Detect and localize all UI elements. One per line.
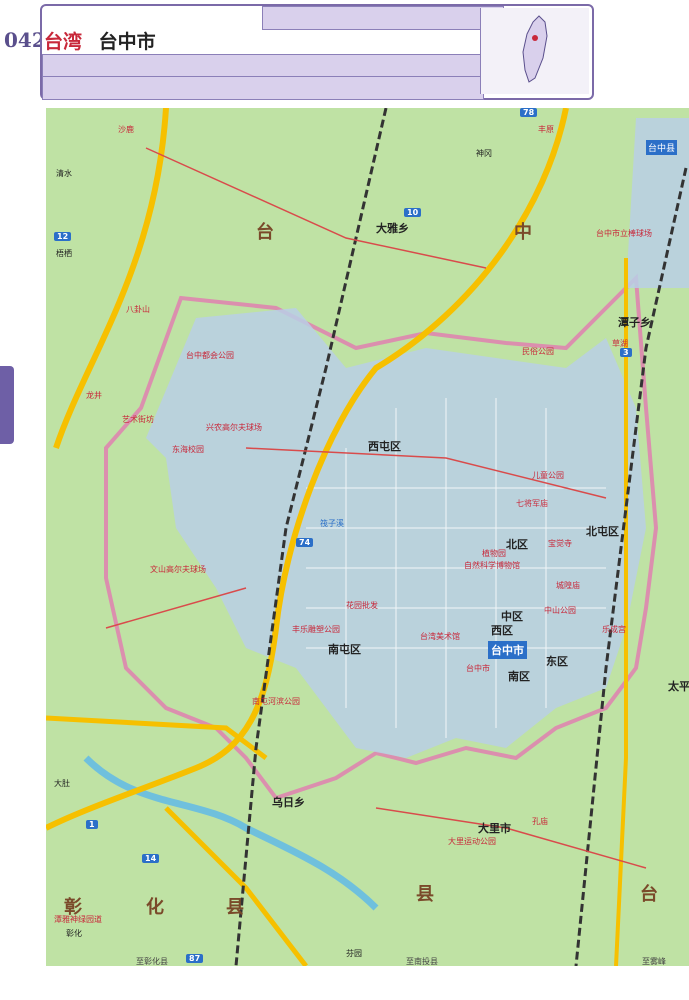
place-label-zhanghua[interactable]: 彰化 (66, 928, 82, 939)
district-label-nanqu[interactable]: 南区 (508, 668, 530, 684)
route-shield-12: 12 (54, 232, 72, 241)
route-shield-74: 74 (296, 538, 314, 547)
route-shield-87: 87 (186, 954, 204, 963)
place-label-wuri[interactable]: 乌日乡 (272, 794, 305, 810)
poi-label-10[interactable]: 植物园 (482, 548, 506, 559)
district-label-nantun[interactable]: 南屯区 (328, 641, 361, 657)
page-header: 042 台湾 台中市 (0, 0, 689, 100)
place-label-longjing[interactable]: 龙井 (86, 390, 102, 401)
district-label-beiqu[interactable]: 北区 (506, 536, 528, 552)
poi-label-22[interactable]: 台中市立棒球场 (596, 228, 652, 239)
edge-note-changhua: 至彰化县 (136, 957, 168, 966)
place-label-tanzi[interactable]: 潭子乡 (618, 314, 651, 330)
route-shield-14: 14 (142, 854, 160, 863)
district-label-dongqu[interactable]: 东区 (546, 653, 568, 669)
poi-label-6[interactable]: 丰乐雕塑公园 (292, 624, 340, 635)
taiwan-outline-icon (522, 15, 548, 83)
route-shield-1: 1 (86, 820, 98, 829)
poi-label-23[interactable]: 潭雅神绿园道 (54, 914, 102, 925)
poi-label-20[interactable]: 儿童公园 (532, 470, 564, 481)
poi-label-13[interactable]: 乐成宫 (602, 624, 626, 635)
poi-label-9[interactable]: 自然科学博物馆 (464, 560, 520, 571)
place-label-taiping[interactable]: 太平 (668, 678, 689, 694)
place-label-fengyuan[interactable]: 丰原 (538, 124, 554, 135)
poi-label-19[interactable]: 七将军庙 (516, 498, 548, 509)
route-shield-3: 3 (620, 348, 632, 357)
place-label-qingshui[interactable]: 清水 (56, 168, 72, 179)
place-label-wuqi[interactable]: 梧栖 (56, 248, 72, 259)
county-label-zhong: 中 (514, 222, 532, 243)
county-label-xian: 县 (226, 897, 244, 918)
county-label-tai-south: 县 (416, 884, 434, 905)
poi-label-3[interactable]: 艺术街坊 (122, 414, 154, 425)
poi-label-11[interactable]: 宝觉寺 (548, 538, 572, 549)
region-name: 台湾 (44, 31, 83, 53)
poi-label-18[interactable]: 大里运动公园 (448, 836, 496, 847)
district-label-xiqu[interactable]: 西区 (491, 622, 513, 638)
poi-label-2[interactable]: 东海校园 (172, 444, 204, 455)
place-label-taichung-county[interactable]: 台中县 (646, 140, 678, 155)
poi-label-24[interactable]: 八卦山 (126, 304, 150, 315)
poi-label-1[interactable]: 兴农高尔夫球场 (206, 422, 262, 433)
city-name: 台中市 (98, 31, 156, 53)
poi-label-17[interactable]: 孔庙 (532, 816, 548, 827)
place-label-dadu[interactable]: 大肚 (54, 778, 70, 789)
county-label-hua: 化 (146, 897, 164, 918)
district-label-xitun[interactable]: 西屯区 (368, 438, 401, 454)
route-shield-78: 78 (520, 108, 538, 117)
poi-label-8[interactable]: 台湾美术馆 (420, 631, 460, 642)
place-label-shalu[interactable]: 沙鹿 (118, 124, 134, 135)
poi-label-16[interactable]: 城隍庙 (556, 580, 580, 591)
poi-label-12[interactable]: 中山公园 (544, 605, 576, 616)
county-label-zhong-south: 台 (640, 884, 658, 905)
side-tab (0, 366, 14, 444)
place-label-shengang[interactable]: 神冈 (476, 148, 492, 159)
poi-label-21[interactable]: 民俗公园 (522, 346, 554, 357)
place-label-daya[interactable]: 大雅乡 (376, 220, 409, 236)
poi-label-15[interactable]: 台中市 (466, 663, 490, 674)
district-label-beitun[interactable]: 北屯区 (586, 523, 619, 539)
poi-label-4[interactable]: 文山高尔夫球场 (150, 564, 206, 575)
poi-label-0[interactable]: 台中都会公园 (186, 350, 234, 361)
city-label-taichung[interactable]: 台中市 (488, 641, 527, 659)
poi-label-7[interactable]: 筏子溪 (320, 518, 344, 529)
place-label-dali[interactable]: 大里市 (478, 820, 511, 836)
map-canvas[interactable]: 西屯区 北屯区 北区 中区 西区 南区 东区 南屯区 台中市 台 中 县 彰 化… (46, 108, 689, 966)
poi-label-14[interactable]: 南屯河滨公园 (252, 696, 300, 707)
edge-note-nantou: 至南投县 (406, 957, 438, 966)
county-label-tai: 台 (256, 222, 274, 243)
place-label-fenyuan[interactable]: 芬园 (346, 948, 362, 959)
edge-note-wufeng: 至雾峰 (642, 957, 666, 966)
route-shield-10: 10 (404, 208, 422, 217)
taiwan-locator-inset (480, 8, 589, 94)
page-title: 台湾 台中市 (44, 27, 156, 54)
poi-label-5[interactable]: 花园批发 (346, 600, 378, 611)
